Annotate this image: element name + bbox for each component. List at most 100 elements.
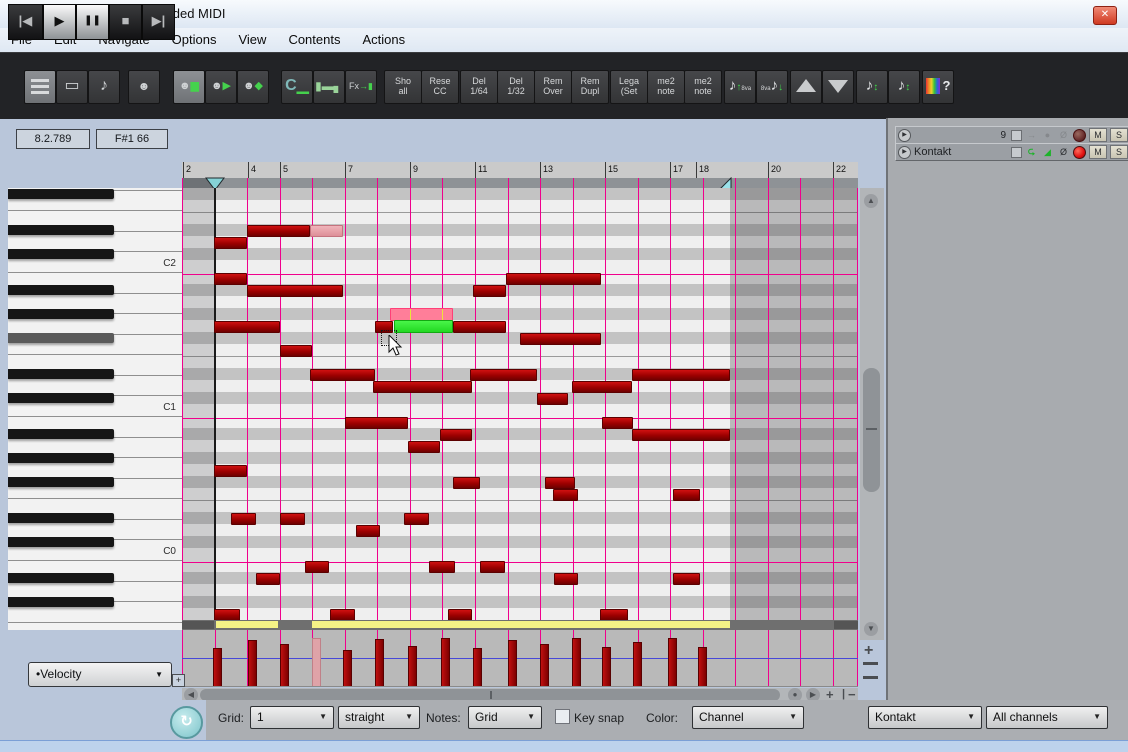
track-expand-icon[interactable]: ▶ <box>898 145 911 159</box>
track-row[interactable]: ▶ Kontakt ⮎ ◢ Ø M S <box>895 143 1128 161</box>
midi-note[interactable] <box>453 477 480 489</box>
black-key-highlighted[interactable] <box>8 333 114 343</box>
vertical-scrollbar[interactable]: ▲ ▼ <box>860 188 884 640</box>
toolbar-text-button-rem-over[interactable]: Rem Over <box>534 70 572 104</box>
color-play-icon[interactable]: ☻▶ <box>205 70 237 104</box>
timeline-ruler[interactable]: 2 4 5 7 9 11 13 15 17 18 20 22 <box>182 162 858 179</box>
toolbar-text-button-del-132[interactable]: Del 1/32 <box>497 70 535 104</box>
note-move2-icon[interactable]: ♪↕ <box>888 70 920 104</box>
scroll-down-icon[interactable]: ▼ <box>864 622 878 636</box>
color-diamond-icon[interactable]: ☻◆ <box>237 70 269 104</box>
mute-button[interactable]: M <box>1089 145 1107 159</box>
midi-note[interactable] <box>375 321 393 333</box>
midi-note[interactable] <box>572 381 632 393</box>
fader-icon[interactable]: ◢ <box>1041 147 1054 158</box>
menu-item-actions[interactable]: Actions <box>351 28 416 47</box>
midi-note[interactable] <box>373 381 472 393</box>
item-extent-strip[interactable] <box>182 620 858 630</box>
piano-roll-view-icon[interactable] <box>24 70 56 104</box>
midi-note[interactable] <box>632 369 730 381</box>
midi-note[interactable] <box>429 561 455 573</box>
velocity-bar[interactable] <box>540 644 549 686</box>
lock-icon[interactable]: ● <box>1041 130 1054 140</box>
midi-note[interactable] <box>553 489 578 501</box>
vscroll-thumb[interactable] <box>863 368 880 492</box>
grid-feel-select[interactable]: straight ▼ <box>338 706 420 729</box>
midi-note[interactable] <box>473 285 506 297</box>
midi-note[interactable] <box>554 573 578 585</box>
item-resize-grip-right[interactable] <box>834 621 858 629</box>
midi-note[interactable] <box>280 513 305 525</box>
color-help-icon[interactable]: ? <box>922 70 954 104</box>
midi-note[interactable] <box>448 609 472 620</box>
go-to-end-button[interactable]: ▶| <box>142 4 175 40</box>
velocity-bar[interactable] <box>213 648 222 686</box>
black-key[interactable] <box>8 477 114 487</box>
velocity-bar[interactable] <box>602 647 611 686</box>
velocity-bar[interactable] <box>408 646 417 686</box>
black-key[interactable] <box>8 249 114 259</box>
midi-note-editing[interactable] <box>394 320 453 333</box>
velocity-bar[interactable] <box>248 640 257 686</box>
channel-filter-select[interactable]: All channels ▼ <box>986 706 1108 729</box>
black-key[interactable] <box>8 453 114 463</box>
black-key[interactable] <box>8 393 114 403</box>
track-checkbox[interactable] <box>1011 129 1022 141</box>
record-arm-icon[interactable] <box>1073 145 1086 159</box>
stop-button[interactable]: ■ <box>109 4 142 40</box>
black-key[interactable] <box>8 309 114 319</box>
pause-button[interactable]: ❚❚ <box>76 4 109 40</box>
transpose-up-icon[interactable] <box>790 70 822 104</box>
menu-item-view[interactable]: View <box>227 28 277 47</box>
track-expand-icon[interactable]: ▶ <box>898 128 911 142</box>
velocity-bar[interactable] <box>668 638 677 686</box>
toolbar-text-button-me2-note[interactable]: me2 note <box>684 70 722 104</box>
black-key[interactable] <box>8 369 114 379</box>
midi-note[interactable] <box>602 417 633 429</box>
color-rect-icon[interactable]: ☻▆ <box>173 70 205 104</box>
note-properties-icon[interactable]: ☻✓✓ <box>128 70 160 104</box>
solo-button[interactable]: S <box>1110 128 1128 142</box>
velocity-bar[interactable] <box>473 648 482 686</box>
black-key[interactable] <box>8 513 114 523</box>
midi-note[interactable] <box>310 369 375 381</box>
record-arm-icon[interactable] <box>1073 128 1086 142</box>
midi-note[interactable] <box>408 441 440 453</box>
midi-note-muted[interactable] <box>310 225 343 237</box>
midi-note[interactable] <box>673 489 700 501</box>
note-move-icon[interactable]: ♪↕ <box>856 70 888 104</box>
sync-button[interactable]: ↻ <box>170 706 203 739</box>
velocity-lane[interactable] <box>182 630 858 687</box>
mute-button[interactable]: M <box>1089 128 1107 142</box>
velocity-bar[interactable] <box>441 638 450 686</box>
toolbar-text-button-me2-note[interactable]: me2 note <box>647 70 685 104</box>
midi-note[interactable] <box>345 417 408 429</box>
notation-view-icon[interactable]: ♪ <box>88 70 120 104</box>
solo-button[interactable]: S <box>1110 145 1128 159</box>
vzoom-in-icon[interactable]: + <box>864 642 873 660</box>
menu-item-contents[interactable]: Contents <box>277 28 351 47</box>
key-snap-checkbox[interactable] <box>555 709 570 724</box>
item-resize-grip-left[interactable] <box>182 621 214 629</box>
track-checkbox[interactable] <box>1011 146 1022 158</box>
midi-note[interactable] <box>470 369 537 381</box>
close-icon[interactable]: ✕ <box>1093 6 1117 25</box>
velocity-bar[interactable] <box>280 644 289 686</box>
midi-note[interactable] <box>632 429 730 441</box>
midi-note[interactable] <box>214 273 247 285</box>
track-select[interactable]: Kontakt ▼ <box>868 706 982 729</box>
velocity-bars-icon[interactable]: ▮▬▖ <box>313 70 345 104</box>
piano-keys[interactable]: C2 C1 C0 <box>8 188 183 630</box>
velocity-bar[interactable] <box>698 647 707 686</box>
add-cc-lane-button[interactable]: + <box>172 674 185 687</box>
vzoom-out2-icon[interactable] <box>863 676 878 679</box>
drum-view-icon[interactable]: ▭ <box>56 70 88 104</box>
midi-note[interactable] <box>247 225 310 237</box>
scroll-up-icon[interactable]: ▲ <box>864 194 878 208</box>
note-grid[interactable] <box>182 188 858 620</box>
track-row[interactable]: ▶ 9 → ● Ø M S <box>895 126 1128 144</box>
midi-note[interactable] <box>600 609 628 620</box>
toolbar-text-button-sho-all[interactable]: Sho all <box>384 70 422 104</box>
fx-send-icon[interactable]: Fx→▮ <box>345 70 377 104</box>
play-button[interactable]: ▶ <box>43 4 76 40</box>
